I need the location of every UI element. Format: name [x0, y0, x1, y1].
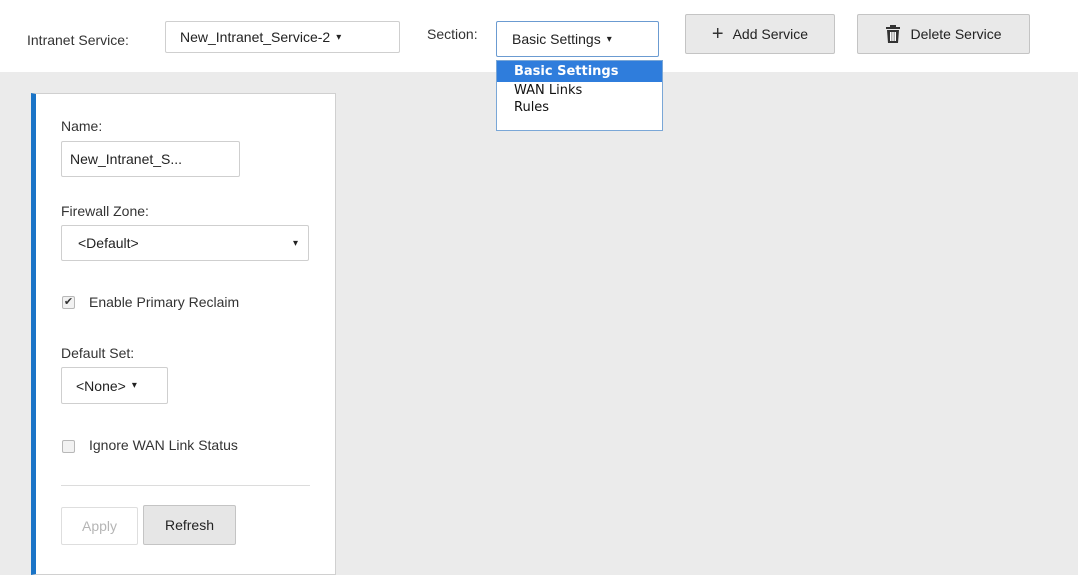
add-service-label: Add Service [732, 26, 809, 42]
delete-service-button[interactable]: Delete Service [857, 14, 1030, 54]
chevron-down-icon: ▾ [606, 33, 612, 45]
firewall-zone-select[interactable]: <Default> ▾ [61, 225, 309, 261]
enable-primary-reclaim-label: Enable Primary Reclaim [89, 294, 240, 310]
enable-primary-reclaim-checkbox[interactable]: ✔ [62, 296, 75, 309]
default-set-label: Default Set: [61, 345, 135, 361]
delete-service-label: Delete Service [910, 26, 1002, 42]
chevron-down-icon: ▾ [131, 380, 137, 391]
trash-icon [885, 25, 901, 43]
ignore-wan-link-status-checkbox[interactable] [62, 440, 75, 453]
name-field[interactable]: New_Intranet_S... [61, 141, 240, 177]
default-set-select[interactable]: <None> ▾ [61, 367, 168, 404]
section-label: Section: [427, 26, 478, 42]
name-value: New_Intranet_S... [70, 151, 183, 167]
name-label: Name: [61, 118, 103, 134]
add-service-button[interactable]: + Add Service [685, 14, 835, 54]
chevron-down-icon: ▾ [292, 237, 298, 249]
plus-icon: + [711, 23, 724, 45]
refresh-button[interactable]: Refresh [143, 505, 236, 545]
section-select[interactable]: Basic Settings ▾ [496, 21, 659, 57]
section-value: Basic Settings [512, 31, 601, 47]
intranet-service-select[interactable]: New_Intranet_Service-2 ▾ [165, 21, 400, 53]
ignore-wan-link-status-label: Ignore WAN Link Status [89, 437, 238, 453]
dropdown-option-basic-settings[interactable]: Basic Settings [497, 61, 662, 82]
divider [61, 485, 310, 486]
intranet-service-value: New_Intranet_Service-2 [180, 29, 331, 45]
dropdown-option-rules[interactable]: Rules [497, 99, 662, 116]
section-dropdown-menu: Basic Settings WAN Links Rules [496, 60, 663, 131]
firewall-zone-label: Firewall Zone: [61, 203, 149, 219]
intranet-service-label: Intranet Service: [27, 32, 129, 48]
chevron-down-icon: ▾ [336, 31, 342, 43]
apply-label: Apply [81, 518, 118, 534]
default-set-value: <None> [76, 377, 126, 394]
apply-button[interactable]: Apply [61, 507, 138, 545]
firewall-zone-value: <Default> [78, 235, 139, 251]
refresh-label: Refresh [164, 517, 215, 533]
checkmark-icon: ✔ [63, 296, 74, 308]
dropdown-option-wan-links[interactable]: WAN Links [497, 82, 662, 99]
